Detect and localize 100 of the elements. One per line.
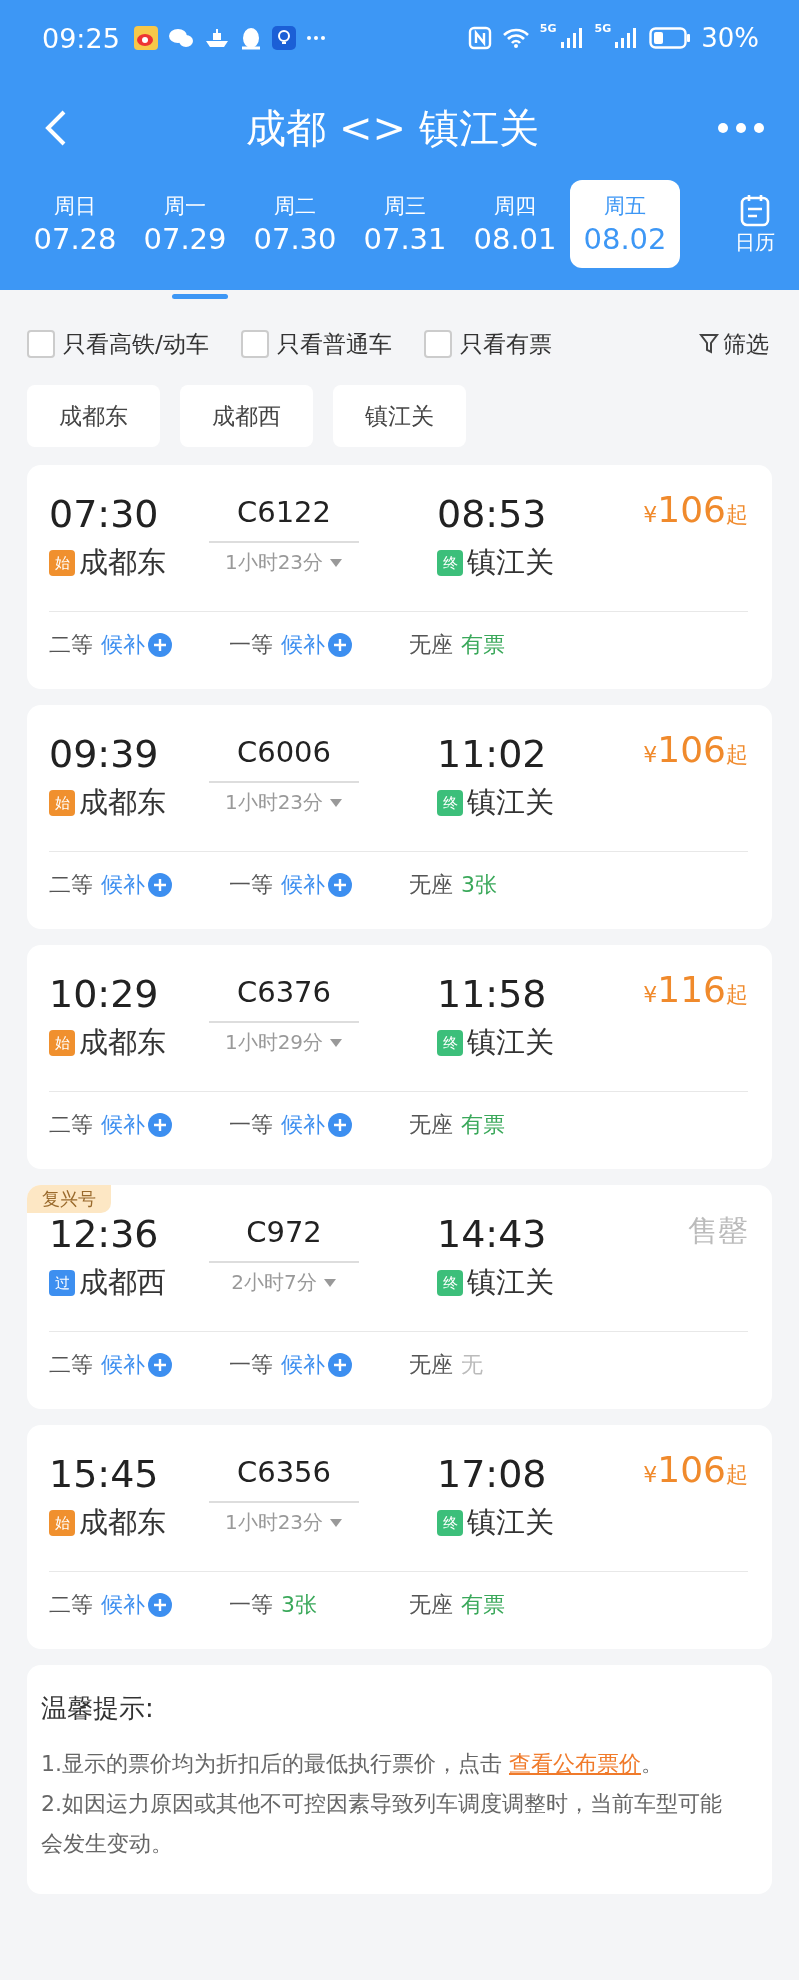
seat-class: 二等 bbox=[49, 631, 93, 659]
waitlist-button[interactable]: 候补 bbox=[281, 630, 353, 660]
seat-class: 二等 bbox=[49, 1111, 93, 1139]
train-number: C972 bbox=[246, 1214, 322, 1251]
train-type-tag: 复兴号 bbox=[27, 1185, 111, 1213]
waitlist-button[interactable]: 候补 bbox=[101, 870, 173, 900]
duration-dropdown[interactable]: 1小时23分 bbox=[224, 549, 344, 576]
duration-dropdown[interactable]: 2小时7分 bbox=[231, 1269, 337, 1296]
caret-icon bbox=[329, 1037, 344, 1048]
filter-button[interactable]: 筛选 bbox=[699, 328, 769, 360]
calendar-icon bbox=[740, 192, 770, 227]
departure-time: 09:39 bbox=[49, 731, 159, 777]
arrival-time: 17:08 bbox=[437, 1451, 547, 1497]
waitlist-button[interactable]: 候补 bbox=[101, 1350, 173, 1380]
network-label: 5G bbox=[539, 22, 557, 35]
waitlist-button[interactable]: 候补 bbox=[281, 870, 353, 900]
price: 116 bbox=[657, 969, 726, 1010]
station-badge: 终 bbox=[437, 1030, 463, 1056]
seat-class: 一等 bbox=[229, 1351, 273, 1379]
waitlist-button[interactable]: 候补 bbox=[101, 630, 173, 660]
price-suffix: 起 bbox=[726, 741, 748, 769]
plus-icon bbox=[147, 632, 173, 658]
plus-icon bbox=[327, 1112, 353, 1138]
wifi-icon bbox=[501, 27, 530, 49]
duration-dropdown[interactable]: 1小时23分 bbox=[224, 789, 344, 816]
station-badge: 过 bbox=[49, 1270, 75, 1296]
train-card[interactable]: 15:45 始 成都东 C6356 1小时23分 17:08 终 镇江关 ¥106起 二等 候补 一等 3张 无座 有票 bbox=[27, 1425, 772, 1649]
waitlist-button[interactable]: 候补 bbox=[101, 1110, 173, 1140]
more-notifications-icon bbox=[305, 35, 326, 41]
filter-icon bbox=[699, 333, 719, 355]
date-tab[interactable]: 周三 07.31 bbox=[350, 180, 460, 268]
train-card[interactable]: 复兴号 12:36 过 成都西 C972 2小时7分 14:43 终 镇江关 售罄 二等 候补 一等 候补 无座 无 bbox=[27, 1185, 772, 1409]
station-badge: 始 bbox=[49, 550, 75, 576]
price: 106 bbox=[657, 489, 726, 530]
departure-time: 07:30 bbox=[49, 491, 159, 537]
price-suffix: 起 bbox=[726, 981, 748, 1009]
plus-icon bbox=[147, 1592, 173, 1618]
seat-availability: 3张 bbox=[461, 871, 497, 899]
station-badge: 终 bbox=[437, 1270, 463, 1296]
caret-icon bbox=[329, 797, 344, 808]
seat-class: 二等 bbox=[49, 1591, 93, 1619]
filter-checkbox[interactable]: 只看普通车 bbox=[240, 328, 392, 360]
seat-class: 一等 bbox=[229, 1591, 273, 1619]
plus-icon bbox=[327, 1352, 353, 1378]
plus-icon bbox=[327, 632, 353, 658]
train-number: C6356 bbox=[236, 1454, 332, 1491]
notice-text: 1.显示的票价均为折扣后的最低执行票价，点击 查看公布票价。 bbox=[41, 1750, 664, 1778]
seat-class: 二等 bbox=[49, 1351, 93, 1379]
arrival-time: 14:43 bbox=[437, 1211, 547, 1257]
currency-symbol: ¥ bbox=[643, 502, 658, 527]
date-tab[interactable]: 周二 07.30 bbox=[240, 180, 350, 268]
date-tab[interactable]: 周一 07.29 bbox=[130, 180, 240, 268]
duration-dropdown[interactable]: 1小时23分 bbox=[224, 1509, 344, 1536]
date-tab[interactable]: 周四 08.01 bbox=[460, 180, 570, 268]
date-tab[interactable]: 周五 08.02 bbox=[570, 180, 680, 268]
waitlist-button[interactable]: 候补 bbox=[101, 1590, 173, 1620]
duration-dropdown[interactable]: 1小时29分 bbox=[224, 1029, 344, 1056]
station-chip[interactable]: 镇江关 bbox=[333, 385, 466, 447]
currency-symbol: ¥ bbox=[643, 742, 658, 767]
scroll-indicator bbox=[172, 294, 228, 299]
station-badge: 终 bbox=[437, 550, 463, 576]
price: 106 bbox=[657, 729, 726, 770]
ship-icon bbox=[203, 27, 230, 49]
seat-class: 无座 bbox=[409, 1111, 453, 1139]
arrival-station: 镇江关 bbox=[467, 544, 554, 581]
waitlist-button[interactable]: 候补 bbox=[281, 1110, 353, 1140]
arrival-station: 镇江关 bbox=[467, 1504, 554, 1541]
seat-availability: 3张 bbox=[281, 1591, 317, 1619]
train-number: C6006 bbox=[236, 734, 332, 771]
arrival-time: 11:02 bbox=[437, 731, 547, 777]
arrival-time: 08:53 bbox=[437, 491, 547, 537]
filter-checkbox[interactable]: 只看高铁/动车 bbox=[27, 328, 209, 360]
departure-time: 15:45 bbox=[49, 1451, 159, 1497]
plus-icon bbox=[147, 872, 173, 898]
train-card[interactable]: 07:30 始 成都东 C6122 1小时23分 08:53 终 镇江关 ¥106起 二等 候补 一等 候补 无座 有票 bbox=[27, 465, 772, 689]
bulb-icon bbox=[271, 26, 296, 50]
train-card[interactable]: 09:39 始 成都东 C6006 1小时23分 11:02 终 镇江关 ¥106起 二等 候补 一等 候补 无座 3张 bbox=[27, 705, 772, 929]
eye-app-icon bbox=[133, 26, 158, 50]
plus-icon bbox=[327, 872, 353, 898]
battery-icon bbox=[649, 27, 692, 49]
seat-availability: 有票 bbox=[461, 1591, 505, 1619]
train-card[interactable]: 10:29 始 成都东 C6376 1小时29分 11:58 终 镇江关 ¥116起 二等 候补 一等 候补 无座 有票 bbox=[27, 945, 772, 1169]
seat-availability: 有票 bbox=[461, 1111, 505, 1139]
published-price-link[interactable]: 查看公布票价 bbox=[509, 1751, 641, 1776]
waitlist-button[interactable]: 候补 bbox=[281, 1350, 353, 1380]
calendar-button[interactable]: 日历 bbox=[725, 192, 785, 256]
currency-symbol: ¥ bbox=[643, 1462, 658, 1487]
caret-icon bbox=[329, 557, 344, 568]
station-badge: 始 bbox=[49, 1030, 75, 1056]
date-tab[interactable]: 周日 07.28 bbox=[20, 180, 130, 268]
station-chip[interactable]: 成都西 bbox=[180, 385, 313, 447]
filter-checkbox[interactable]: 只看有票 bbox=[423, 328, 552, 360]
seat-class: 无座 bbox=[409, 1351, 453, 1379]
departure-time: 12:36 bbox=[49, 1211, 159, 1257]
arrival-station: 镇江关 bbox=[467, 1024, 554, 1061]
nfc-icon bbox=[467, 26, 492, 50]
seat-class: 一等 bbox=[229, 871, 273, 899]
seat-class: 一等 bbox=[229, 631, 273, 659]
price-suffix: 起 bbox=[726, 1461, 748, 1489]
station-chip[interactable]: 成都东 bbox=[27, 385, 160, 447]
